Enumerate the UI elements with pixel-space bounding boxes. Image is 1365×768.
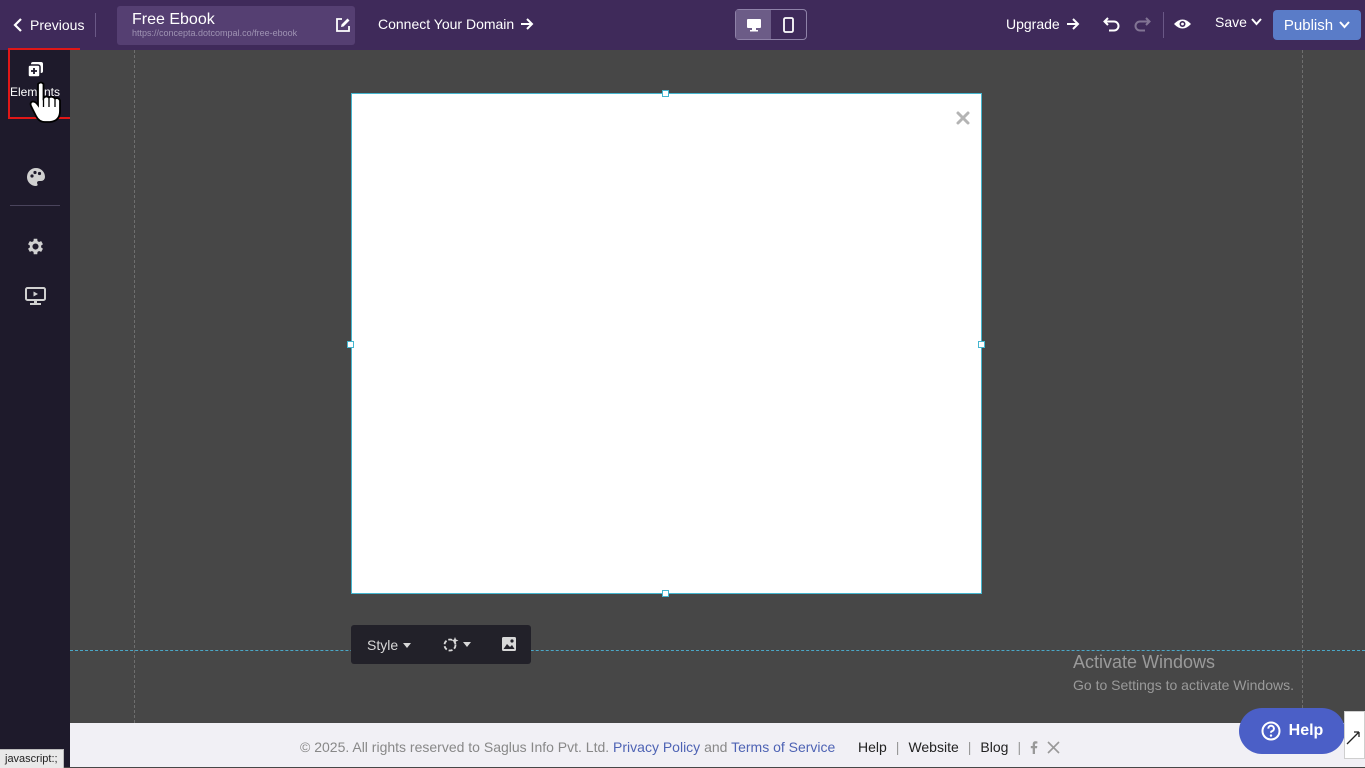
divider [95,13,96,37]
facebook-icon[interactable] [1030,740,1038,754]
separator: | [895,739,900,755]
resize-handle-bottom[interactable] [662,590,669,597]
resize-handle-top[interactable] [662,90,669,97]
gear-icon[interactable] [25,236,46,257]
terms-of-service-link[interactable]: Terms of Service [731,739,835,755]
preview-eye-icon[interactable] [1173,17,1192,31]
hand-cursor-icon [29,81,61,123]
undo-icon[interactable] [1103,16,1120,32]
window-resize-control[interactable] [1344,711,1365,759]
chevron-down-icon [1251,18,1262,26]
effects-icon [443,637,459,652]
footer-website-link[interactable]: Website [908,739,958,755]
caret-down-icon [463,641,471,647]
desktop-icon [746,18,761,31]
guide-line [134,50,135,723]
sidebar-divider [10,205,60,206]
save-label: Save [1215,14,1247,30]
copyright-text: © 2025. All rights reserved to Saglus In… [300,739,835,755]
edit-icon[interactable] [335,17,351,33]
save-button[interactable]: Save [1215,14,1262,30]
previous-label: Previous [30,17,85,33]
mobile-icon [783,16,794,33]
watermark-title: Activate Windows [1073,652,1216,672]
left-sidebar: Elements [0,50,70,767]
mobile-view-button[interactable] [771,10,806,39]
previous-button[interactable]: Previous [12,14,84,36]
redo-icon[interactable] [1134,16,1151,32]
arrow-right-icon [521,18,534,30]
page-url: https://concepta.dotcompal.co/free-ebook [132,28,298,38]
footer-blog-link[interactable]: Blog [980,739,1008,755]
separator: | [1017,739,1022,755]
privacy-policy-link[interactable]: Privacy Policy [613,739,700,755]
arrow-right-icon [1066,18,1080,30]
popup-box[interactable] [351,93,982,594]
style-label: Style [367,637,399,653]
status-bar-url: javascript:; [0,749,64,768]
question-circle-icon [1261,721,1281,741]
publish-button[interactable]: Publish [1273,10,1361,40]
x-icon[interactable] [1047,740,1060,754]
palette-icon[interactable] [26,167,46,187]
section-boundary-line [70,650,1365,651]
monitor-icon[interactable] [25,287,46,306]
close-icon[interactable] [955,110,971,126]
publish-label: Publish [1283,16,1334,34]
chevron-down-icon [1339,21,1350,29]
desktop-view-button[interactable] [736,10,771,39]
help-button[interactable]: Help [1239,708,1345,754]
watermark-subtitle: Go to Settings to activate Windows. [1073,677,1294,693]
image-icon[interactable] [501,636,517,652]
footer-links: Help | Website | Blog | [858,739,1060,755]
footer-help-link[interactable]: Help [858,739,887,755]
chevron-left-icon [13,18,22,32]
guide-line [1302,50,1303,723]
help-label: Help [1288,722,1324,739]
page-name-box[interactable]: Free Ebook https://concepta.dotcompal.co… [117,6,355,45]
separator: | [967,739,972,755]
style-dropdown[interactable]: Style [367,637,412,653]
connect-domain-button[interactable]: Connect Your Domain [378,16,534,32]
page-title: Free Ebook [132,11,215,28]
divider [1163,12,1164,38]
caret-down-icon [403,642,412,648]
upgrade-button[interactable]: Upgrade [1006,16,1080,32]
resize-handle-left[interactable] [347,341,354,348]
copyright: © 2025. All rights reserved to Saglus In… [300,739,610,755]
and-text: and [704,739,728,755]
activate-windows-watermark: Activate Windows Go to Settings to activ… [1073,652,1294,693]
resize-arrows-icon [1346,731,1360,745]
upgrade-label: Upgrade [1006,16,1060,32]
top-bar: Previous Free Ebook https://concepta.dot… [0,0,1365,50]
device-toggle [735,9,807,40]
element-toolbar: Style [351,625,531,664]
resize-handle-right[interactable] [978,341,985,348]
footer: © 2025. All rights reserved to Saglus In… [70,723,1365,767]
connect-domain-label: Connect Your Domain [378,16,515,32]
effects-dropdown[interactable] [443,636,471,652]
